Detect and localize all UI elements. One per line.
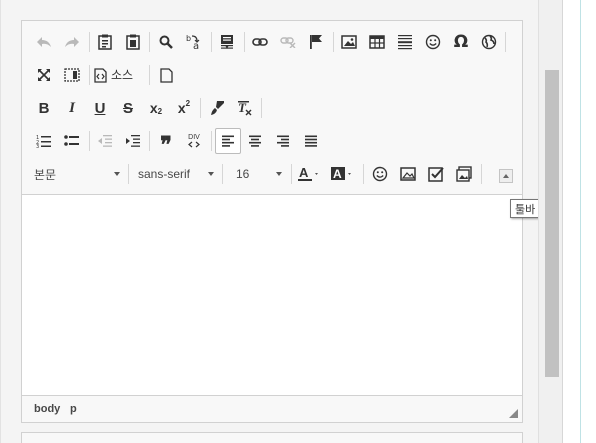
superscript-suffix: 2 — [185, 99, 191, 108]
copy-format-brush-icon[interactable] — [206, 97, 228, 119]
panel-border — [0, 0, 1, 443]
toolbar-separator — [89, 131, 90, 151]
align-center-icon[interactable] — [244, 130, 266, 152]
align-justify-icon[interactable] — [300, 130, 322, 152]
numbered-list-icon[interactable]: 123 — [33, 130, 55, 152]
horizontal-rule-icon[interactable] — [394, 31, 416, 53]
undo-icon[interactable] — [33, 31, 55, 53]
format-combo[interactable]: 본문 — [34, 163, 120, 185]
toolbar-row-3: B I U S x2 x2 T — [22, 95, 522, 121]
editor-toolbar: ba Ω 소스 B I U S x 2 x 2 T 1 2 3 ❞ DIV 본문… — [22, 21, 522, 195]
special-char-icon[interactable]: Ω — [450, 31, 472, 53]
align-left-icon[interactable] — [215, 128, 241, 154]
chevron-down-icon — [114, 172, 120, 176]
create-div-icon[interactable]: DIV — [183, 130, 205, 152]
image-icon[interactable] — [338, 31, 360, 53]
toolbar-separator — [244, 32, 245, 52]
checkbox-icon[interactable] — [425, 163, 447, 185]
element-path-p[interactable]: p — [70, 403, 77, 415]
indent-icon[interactable] — [122, 130, 144, 152]
font-size-combo[interactable]: 16 — [236, 163, 282, 185]
smiley-icon[interactable] — [422, 31, 444, 53]
paste-word-icon[interactable] — [122, 31, 144, 53]
element-path-body[interactable]: body — [34, 403, 60, 415]
toolbar-separator — [149, 131, 150, 151]
format-combo-value: 본문 — [34, 167, 57, 182]
remove-format-icon[interactable]: T — [234, 97, 256, 119]
font-combo-value: sans-serif — [138, 167, 191, 181]
font-combo[interactable]: sans-serif — [138, 163, 214, 185]
new-page-icon[interactable] — [155, 64, 177, 86]
toolbar-separator — [261, 98, 262, 118]
bold-icon[interactable]: B — [33, 97, 55, 119]
toolbar-separator — [363, 164, 364, 184]
collapse-toolbar-button[interactable] — [499, 169, 513, 183]
page: ba Ω 소스 B I U S x 2 x 2 T 1 2 3 ❞ DIV 본문… — [0, 0, 596, 443]
paste-text-icon[interactable] — [94, 31, 116, 53]
link-icon[interactable] — [249, 31, 271, 53]
editor-status-bar: body p — [22, 395, 522, 422]
toolbar-separator — [481, 164, 482, 184]
toolbar-separator — [291, 164, 292, 184]
toolbar-row-1: ba Ω — [22, 29, 522, 55]
subscript-icon[interactable]: x2 — [145, 97, 167, 119]
div-glyph: DIV — [188, 134, 200, 141]
editor-content-area[interactable] — [22, 195, 522, 395]
toolbar-separator — [333, 32, 334, 52]
toolbar-separator — [505, 32, 506, 52]
image-widget-icon[interactable] — [397, 163, 419, 185]
toolbar-separator — [89, 32, 90, 52]
strikethrough-icon[interactable]: S — [117, 97, 139, 119]
anchor-flag-icon[interactable] — [305, 31, 327, 53]
text-color-icon[interactable]: A — [296, 163, 326, 185]
gallery-icon[interactable] — [453, 163, 475, 185]
side-strip — [562, 0, 596, 443]
show-blocks-icon[interactable] — [61, 64, 83, 86]
toolbar-row-4: 123 ❞ DIV — [22, 128, 522, 155]
table-icon[interactable] — [366, 31, 388, 53]
underline-icon[interactable]: U — [89, 97, 111, 119]
bulleted-list-icon[interactable] — [61, 130, 83, 152]
italic-icon[interactable]: I — [61, 97, 83, 119]
toolbar-separator — [149, 65, 150, 85]
toolbar-row-2: 소스 — [22, 62, 522, 88]
emoji-icon[interactable] — [369, 163, 391, 185]
blockquote-icon[interactable]: ❞ — [155, 130, 177, 155]
toolbar-separator — [89, 65, 90, 85]
toolbar-separator — [149, 32, 150, 52]
select-all-icon[interactable] — [216, 31, 238, 53]
svg-text:a: a — [193, 41, 199, 51]
chevron-down-icon — [208, 172, 214, 176]
toolbar-separator — [211, 32, 212, 52]
superscript-icon[interactable]: x2 — [173, 97, 195, 119]
outdent-icon[interactable] — [94, 130, 116, 152]
unlink-icon[interactable] — [277, 31, 299, 53]
chevron-down-icon — [276, 172, 282, 176]
resize-handle-icon[interactable] — [509, 409, 518, 418]
source-button[interactable]: 소스 — [94, 64, 140, 86]
search-icon[interactable] — [155, 31, 177, 53]
svg-text:A: A — [299, 166, 309, 180]
font-size-combo-value: 16 — [236, 167, 250, 181]
svg-text:b: b — [186, 34, 191, 43]
replace-icon[interactable]: ba — [183, 31, 205, 53]
svg-text:3: 3 — [36, 144, 39, 148]
toolbar-row-5: 본문 sans-serif 16 A A — [22, 161, 522, 187]
align-right-icon[interactable] — [272, 130, 294, 152]
source-label: 소스 — [111, 68, 134, 82]
toolbar-separator — [222, 164, 223, 184]
subscript-suffix: 2 — [157, 107, 163, 116]
next-panel — [21, 432, 523, 443]
rich-text-editor: ba Ω 소스 B I U S x 2 x 2 T 1 2 3 ❞ DIV 본문… — [21, 20, 523, 423]
scrollbar-thumb[interactable] — [545, 70, 559, 377]
toolbar-separator — [200, 98, 201, 118]
iframe-globe-icon[interactable] — [478, 31, 500, 53]
svg-text:A: A — [333, 167, 342, 181]
toolbar-separator — [128, 164, 129, 184]
redo-icon[interactable] — [61, 31, 83, 53]
side-divider — [580, 0, 581, 443]
toolbar-separator — [211, 131, 212, 151]
background-color-icon[interactable]: A — [329, 163, 359, 185]
maximize-icon[interactable] — [33, 64, 55, 86]
